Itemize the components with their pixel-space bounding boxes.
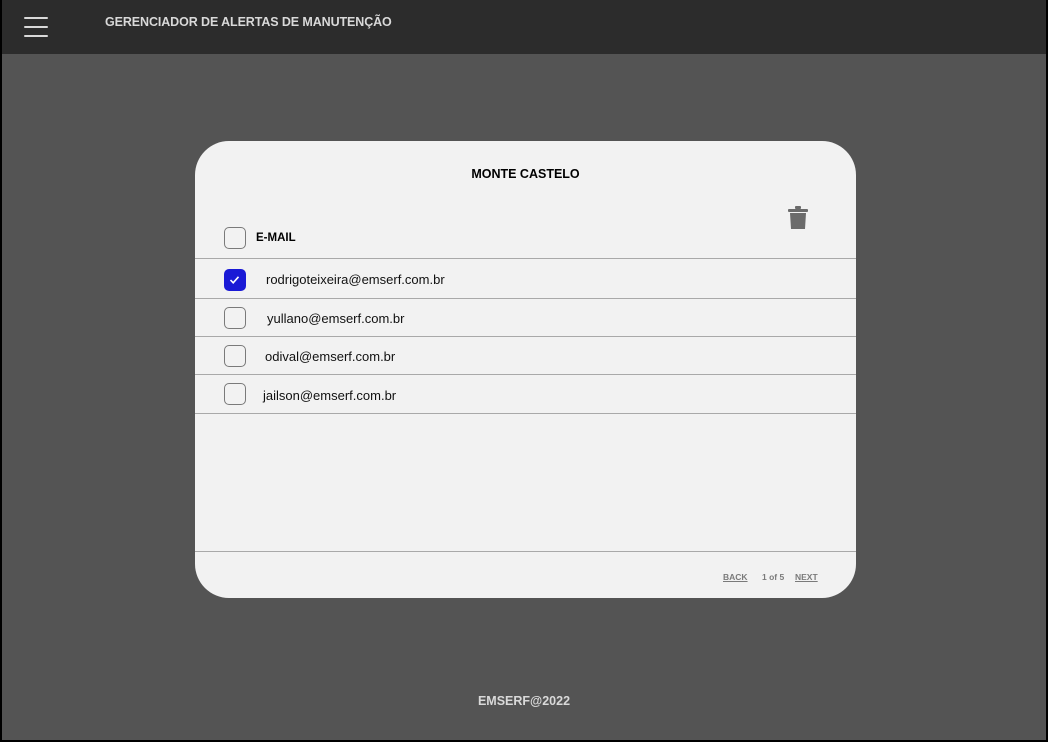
app-window: GERENCIADOR DE ALERTAS DE MANUTENÇÃO MON… <box>2 0 1046 740</box>
page-indicator: 1 of 5 <box>762 572 785 582</box>
divider <box>195 336 856 337</box>
hamburger-menu-icon[interactable] <box>24 15 48 39</box>
checkmark-icon <box>229 276 240 284</box>
row-checkbox[interactable] <box>224 345 246 367</box>
back-link[interactable]: BACK <box>723 572 748 582</box>
row-checkbox-checked[interactable] <box>224 269 246 291</box>
footer-text: EMSERF@2022 <box>477 694 571 708</box>
row-email: yullano@emserf.com.br <box>267 311 405 326</box>
divider <box>195 374 856 375</box>
footer-divider <box>195 551 856 552</box>
card-title: MONTE CASTELO <box>471 167 580 181</box>
trash-icon[interactable] <box>787 206 809 230</box>
row-checkbox[interactable] <box>224 307 246 329</box>
email-column-header: E-MAIL <box>256 232 296 244</box>
next-link[interactable]: NEXT <box>795 572 818 582</box>
app-title: GERENCIADOR DE ALERTAS DE MANUTENÇÃO <box>105 15 392 29</box>
divider <box>195 413 856 414</box>
row-checkbox[interactable] <box>224 383 246 405</box>
email-list-card: MONTE CASTELO E-MAIL rodrigoteixeira@ems… <box>195 141 856 598</box>
row-email: jailson@emserf.com.br <box>263 388 397 403</box>
divider <box>195 258 856 259</box>
row-email: odival@emserf.com.br <box>265 349 396 364</box>
row-email: rodrigoteixeira@emserf.com.br <box>266 272 445 287</box>
top-bar: GERENCIADOR DE ALERTAS DE MANUTENÇÃO <box>2 0 1046 54</box>
divider <box>195 298 856 299</box>
select-all-checkbox[interactable] <box>224 227 246 249</box>
